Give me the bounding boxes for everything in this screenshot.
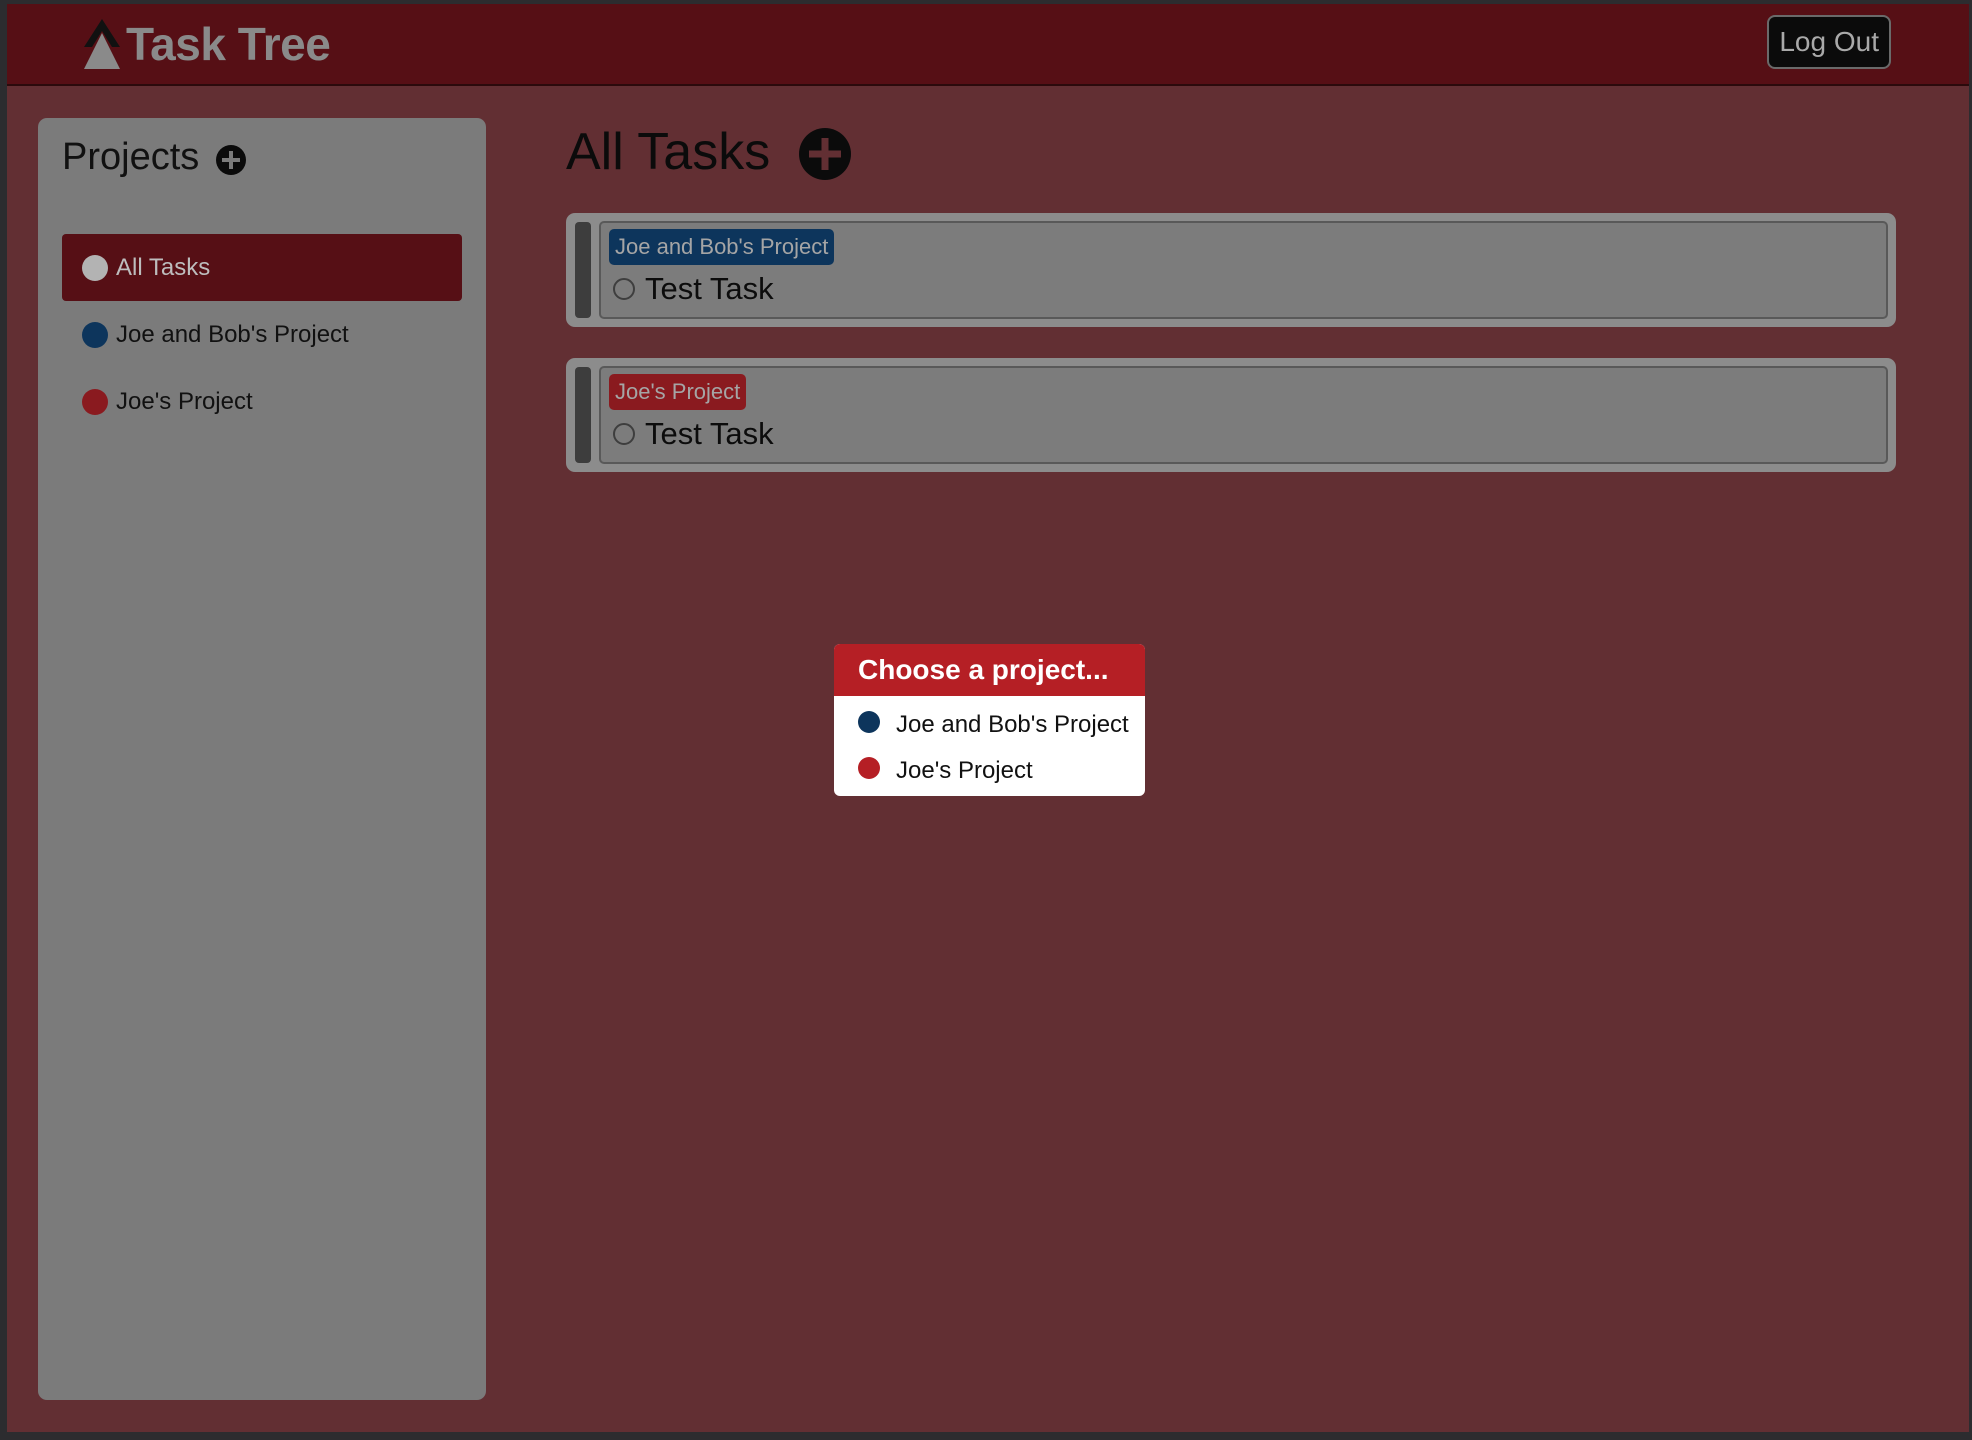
popup-option-label: Joe and Bob's Project bbox=[896, 711, 1129, 738]
project-color-dot-icon bbox=[82, 321, 108, 348]
popup-option-label: Joe's Project bbox=[896, 757, 1033, 784]
project-tag: Joe and Bob's Project bbox=[609, 229, 835, 265]
page-title: All Tasks bbox=[566, 123, 771, 181]
add-task-plus-icon[interactable] bbox=[798, 127, 852, 181]
popup-options: Joe and Bob's Project Joe's Project bbox=[834, 696, 1145, 794]
task-body[interactable]: Joe's Project Test Task bbox=[599, 366, 1888, 464]
sidebar-item-all-tasks[interactable]: All Tasks bbox=[62, 234, 462, 301]
task-name: Test Task bbox=[645, 416, 774, 451]
app-name: Task Tree bbox=[126, 18, 331, 70]
task-card[interactable]: Joe and Bob's Project Test Task bbox=[566, 213, 1896, 327]
tree-logo-icon bbox=[84, 19, 120, 69]
drag-handle[interactable] bbox=[575, 367, 591, 463]
sidebar-item-joe-and-bobs-project[interactable]: Joe and Bob's Project bbox=[62, 301, 462, 368]
projects-sidebar: Projects All Tasks Joe and Bob's Project… bbox=[38, 118, 486, 1400]
project-color-dot-icon bbox=[858, 711, 880, 733]
task-complete-radio[interactable] bbox=[613, 278, 635, 300]
project-color-dot-icon bbox=[858, 757, 880, 779]
add-project-plus-icon[interactable] bbox=[215, 144, 247, 176]
sidebar-header: Projects bbox=[62, 136, 247, 179]
sidebar-item-label: Joe and Bob's Project bbox=[116, 320, 349, 348]
app-window: Task Tree Log Out Projects All Tasks Joe… bbox=[7, 4, 1969, 1432]
project-nav-list: All Tasks Joe and Bob's Project Joe's Pr… bbox=[62, 234, 462, 435]
top-header: Task Tree Log Out bbox=[7, 4, 1969, 86]
popup-option-joe-and-bobs-project[interactable]: Joe and Bob's Project bbox=[834, 702, 1145, 748]
task-name: Test Task bbox=[645, 271, 774, 306]
all-tasks-dot-icon bbox=[82, 254, 108, 281]
popup-option-joes-project[interactable]: Joe's Project bbox=[834, 748, 1145, 794]
drag-handle[interactable] bbox=[575, 222, 591, 318]
task-row: Test Task bbox=[613, 271, 774, 307]
sidebar-item-label: Joe's Project bbox=[116, 387, 253, 415]
sidebar-item-joes-project[interactable]: Joe's Project bbox=[62, 368, 462, 435]
main-header: All Tasks bbox=[566, 122, 852, 182]
project-tag: Joe's Project bbox=[609, 374, 747, 410]
task-complete-radio[interactable] bbox=[613, 423, 635, 445]
sidebar-item-label: All Tasks bbox=[116, 253, 211, 281]
task-body[interactable]: Joe and Bob's Project Test Task bbox=[599, 221, 1888, 319]
project-color-dot-icon bbox=[82, 388, 108, 415]
choose-project-popup: Choose a project... Joe and Bob's Projec… bbox=[834, 644, 1145, 796]
task-card[interactable]: Joe's Project Test Task bbox=[566, 358, 1896, 472]
logout-button[interactable]: Log Out bbox=[1767, 15, 1891, 69]
logo[interactable]: Task Tree bbox=[82, 14, 331, 74]
popup-title: Choose a project... bbox=[834, 644, 1145, 696]
sidebar-title: Projects bbox=[62, 136, 200, 178]
task-row: Test Task bbox=[613, 416, 774, 452]
